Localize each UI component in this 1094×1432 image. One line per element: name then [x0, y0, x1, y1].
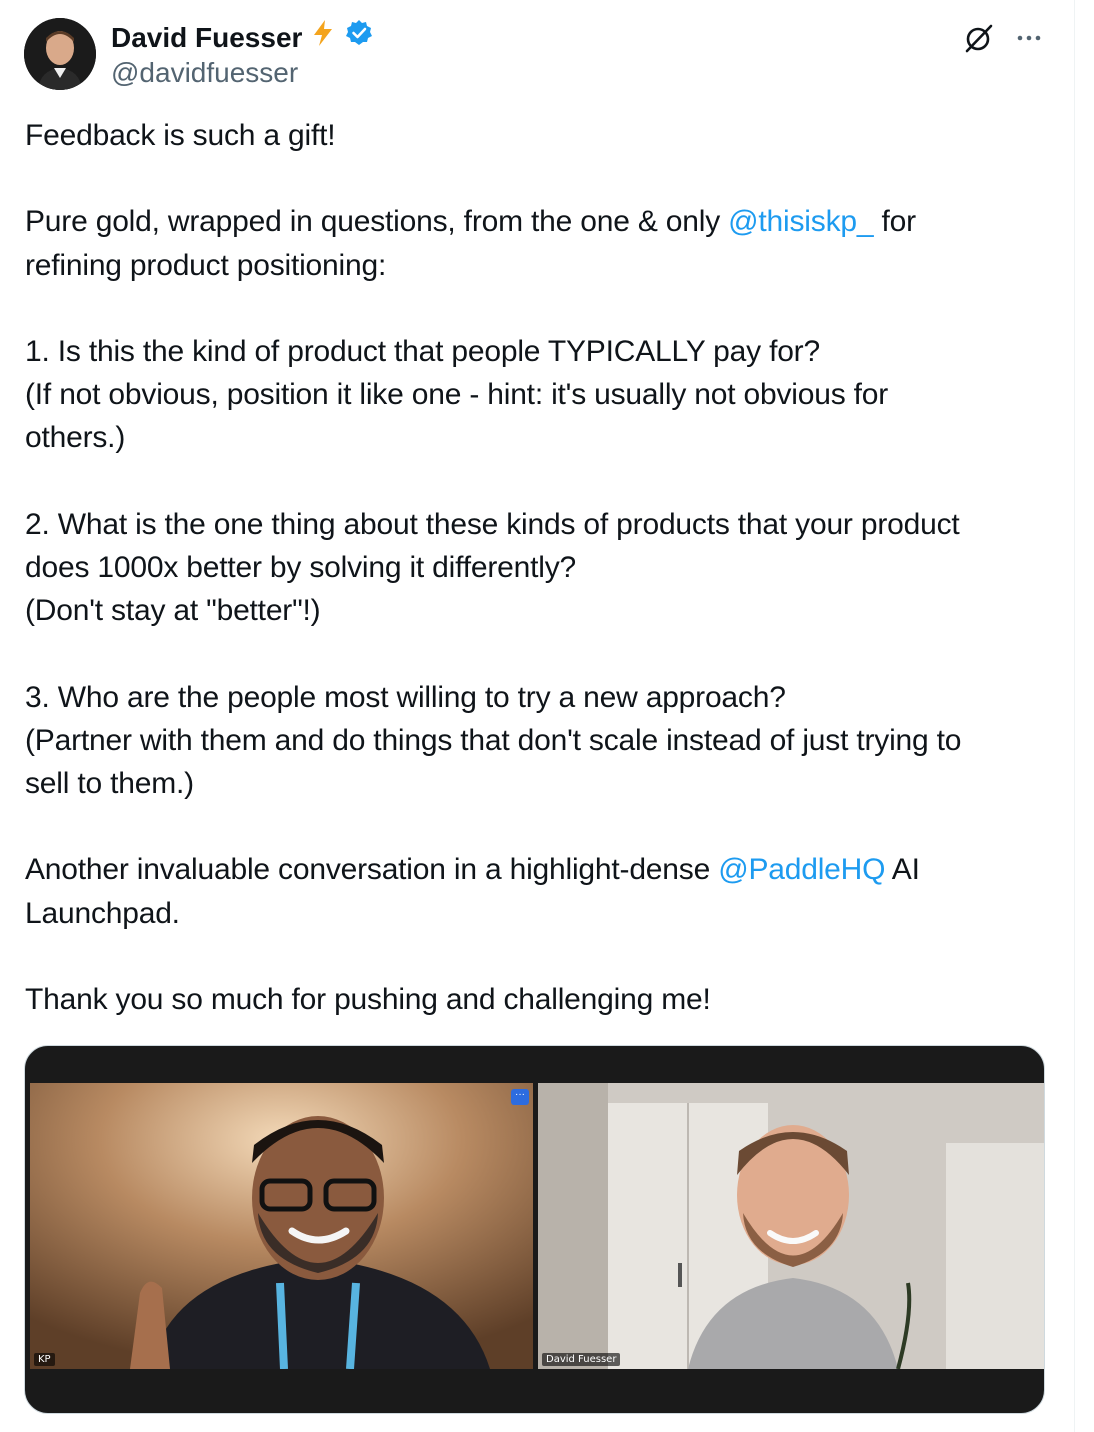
text-segment: Pure gold, wrapped in questions, from th… [25, 205, 729, 239]
text-line: Launchpad. [25, 896, 180, 930]
text-line: Another invaluable conversation in a hig… [25, 848, 1055, 891]
author-avatar[interactable] [24, 18, 96, 90]
text-line: Thank you so much for pushing and challe… [25, 982, 711, 1016]
video-call-tile-left: ··· KP [30, 1083, 533, 1369]
tweet-text: Feedback is such a gift! Pure gold, wrap… [25, 114, 1055, 1021]
author-handle[interactable]: @davidfuesser [111, 55, 298, 91]
text-line: others.) [25, 421, 126, 455]
text-line: 1. Is this the kind of product that peop… [25, 334, 820, 368]
text-line: refining product positioning: [25, 248, 387, 282]
video-call-tile-right: David Fuesser [538, 1083, 1044, 1369]
participant-name-label: KP [34, 1353, 55, 1366]
verified-badge-icon[interactable] [344, 18, 374, 57]
text-line: 2. What is the one thing about these kin… [25, 507, 960, 541]
timeline-border [1074, 0, 1075, 1432]
participant-name-label: David Fuesser [542, 1353, 621, 1366]
grok-icon [965, 24, 993, 53]
participant-photo [538, 1083, 1044, 1369]
text-segment: for [873, 205, 916, 239]
text-line: (Partner with them and do things that do… [25, 723, 962, 757]
more-options-button[interactable] [1012, 22, 1046, 54]
text-line: Feedback is such a gift! [25, 119, 336, 152]
more-options-icon [1017, 35, 1041, 41]
author-name[interactable]: David Fuesser [111, 20, 302, 56]
text-line: does 1000x better by solving it differen… [25, 550, 576, 584]
tile-options-button[interactable]: ··· [511, 1089, 529, 1105]
tweet-media-image[interactable]: ··· KP David Fuesser [24, 1045, 1045, 1414]
grok-button[interactable] [962, 21, 996, 55]
participant-photo [30, 1083, 533, 1369]
text-segment: Another invaluable conversation in a hig… [25, 853, 719, 887]
text-line: 3. Who are the people most willing to tr… [25, 680, 786, 714]
text-line: (If not obvious, position it like one - … [25, 378, 889, 412]
lightning-bolt-icon [308, 18, 338, 57]
mention-thisiskp-link[interactable]: @thisiskp_ [728, 205, 873, 238]
mention-paddlehq-link[interactable]: @PaddleHQ [718, 853, 885, 886]
text-line: (Don't stay at "better"!) [25, 594, 321, 628]
text-line: Pure gold, wrapped in questions, from th… [25, 200, 1055, 243]
text-line: sell to them.) [25, 766, 194, 800]
text-segment: AI [885, 853, 920, 887]
author-name-row[interactable]: David Fuesser [111, 18, 374, 57]
